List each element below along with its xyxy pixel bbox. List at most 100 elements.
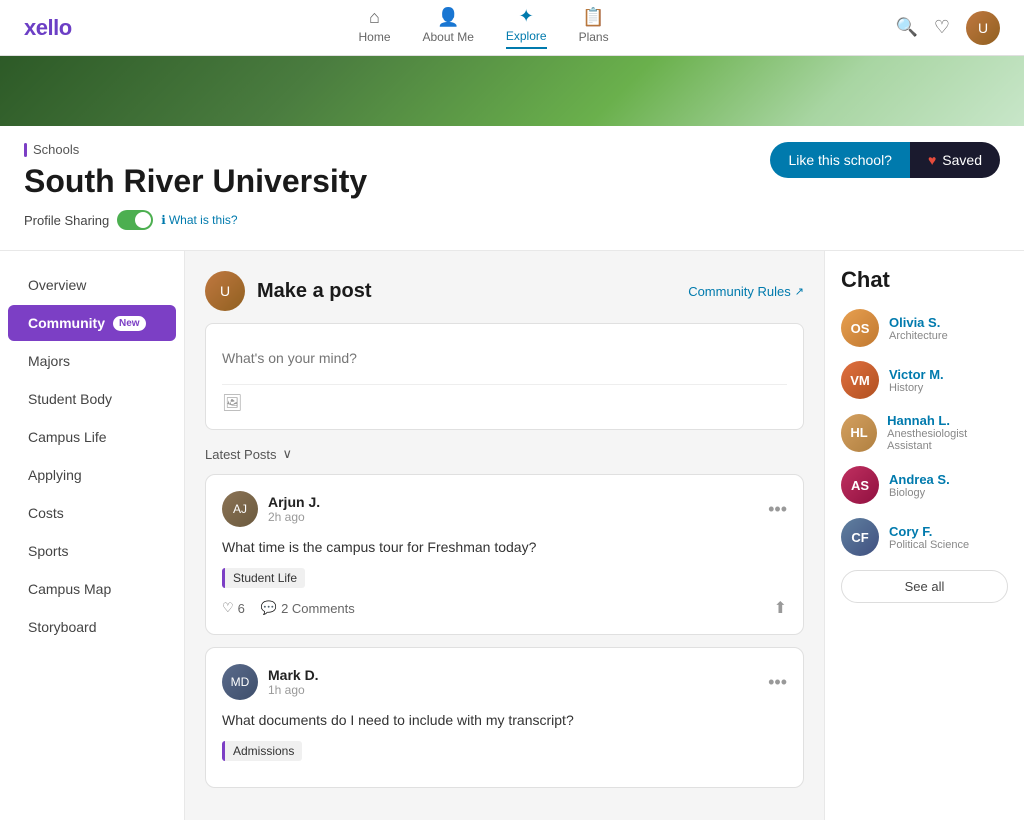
profile-sharing-toggle[interactable] [117, 210, 153, 230]
cory-field: Political Science [889, 539, 969, 551]
andrea-name: Andrea S. [889, 472, 950, 487]
post-1-tag[interactable]: Student Life [222, 568, 305, 588]
profile-sharing-row: Profile Sharing ℹ What is this? [24, 210, 367, 230]
see-all-chat-button[interactable]: See all [841, 570, 1008, 603]
community-new-badge: New [113, 316, 146, 331]
chat-user-andrea[interactable]: AS Andrea S. Biology [841, 466, 1008, 504]
post-2-user-name: Mark D. [268, 667, 319, 683]
sidebar-item-student-body[interactable]: Student Body [8, 381, 176, 417]
nav-links: ⌂ Home 👤 About Me ✦ Explore 📋 Plans [358, 6, 608, 49]
post-1-like[interactable]: ♡ 6 [222, 600, 245, 616]
sidebar-storyboard-label: Storyboard [28, 619, 96, 635]
post-2-user: MD Mark D. 1h ago [222, 664, 319, 700]
andrea-info: Andrea S. Biology [889, 472, 950, 499]
sidebar-item-sports[interactable]: Sports [8, 533, 176, 569]
nav-about-me-label: About Me [423, 30, 474, 44]
community-rules-link[interactable]: Community Rules ↗ [688, 284, 804, 299]
post-1-comments[interactable]: 💬 2 Comments [261, 600, 355, 616]
favorites-icon[interactable]: ♡ [934, 17, 950, 38]
chat-user-victor[interactable]: VM Victor M. History [841, 361, 1008, 399]
school-title: South River University [24, 163, 367, 200]
main-layout: Overview Community New Majors Student Bo… [0, 251, 1024, 820]
sidebar-item-costs[interactable]: Costs [8, 495, 176, 531]
sidebar: Overview Community New Majors Student Bo… [0, 251, 185, 820]
chevron-down-icon: ∨ [283, 446, 293, 462]
post-header-left: U Make a post [205, 271, 371, 311]
mark-avatar: MD [222, 664, 258, 700]
chat-user-cory[interactable]: CF Cory F. Political Science [841, 518, 1008, 556]
sidebar-item-community[interactable]: Community New [8, 305, 176, 341]
search-icon[interactable]: 🔍 [895, 17, 917, 38]
community-content: U Make a post Community Rules ↗ 🖼 Latest… [185, 251, 824, 820]
nav-right: 🔍 ♡ U [895, 11, 1000, 45]
post-2-tag[interactable]: Admissions [222, 741, 302, 761]
saved-label: ♥ Saved [910, 142, 1000, 178]
sidebar-item-applying[interactable]: Applying [8, 457, 176, 493]
sidebar-applying-label: Applying [28, 467, 82, 483]
cory-info: Cory F. Political Science [889, 524, 969, 551]
sidebar-costs-label: Costs [28, 505, 64, 521]
hannah-field: Anesthesiologist Assistant [887, 428, 1008, 452]
victor-field: History [889, 382, 944, 394]
sidebar-item-storyboard[interactable]: Storyboard [8, 609, 176, 645]
post-1-user: AJ Arjun J. 2h ago [222, 491, 320, 527]
latest-posts-label: Latest Posts [205, 447, 277, 462]
top-navigation: xello ⌂ Home 👤 About Me ✦ Explore 📋 Plan… [0, 0, 1024, 56]
sidebar-campus-life-label: Campus Life [28, 429, 107, 445]
olivia-field: Architecture [889, 330, 948, 342]
andrea-avatar: AS [841, 466, 879, 504]
breadcrumb-bar [24, 143, 27, 157]
user-avatar[interactable]: U [966, 11, 1000, 45]
victor-info: Victor M. History [889, 367, 944, 394]
post-1-more-button[interactable]: ••• [768, 499, 787, 520]
post-1-header: AJ Arjun J. 2h ago ••• [222, 491, 787, 527]
sidebar-item-overview[interactable]: Overview [8, 267, 176, 303]
arjun-avatar: AJ [222, 491, 258, 527]
post-1-comments-count: 2 Comments [281, 601, 355, 616]
post-card-1: AJ Arjun J. 2h ago ••• What time is the … [205, 474, 804, 635]
post-2-time: 1h ago [268, 683, 319, 697]
external-link-icon: ↗ [795, 285, 804, 298]
app-logo[interactable]: xello [24, 15, 72, 41]
sidebar-item-majors[interactable]: Majors [8, 343, 176, 379]
nav-plans[interactable]: 📋 Plans [579, 7, 609, 48]
nav-explore-label: Explore [506, 29, 547, 43]
sidebar-item-campus-map[interactable]: Campus Map [8, 571, 176, 607]
latest-posts-filter[interactable]: Latest Posts ∨ [205, 446, 804, 462]
compose-input[interactable] [222, 340, 787, 376]
hero-banner [0, 56, 1024, 126]
nav-plans-label: Plans [579, 30, 609, 44]
post-1-user-info: Arjun J. 2h ago [268, 494, 320, 524]
explore-icon: ✦ [519, 6, 534, 27]
victor-avatar: VM [841, 361, 879, 399]
sidebar-item-campus-life[interactable]: Campus Life [8, 419, 176, 455]
what-is-this-link[interactable]: ℹ What is this? [161, 213, 237, 227]
olivia-info: Olivia S. Architecture [889, 315, 948, 342]
olivia-name: Olivia S. [889, 315, 948, 330]
chat-user-hannah[interactable]: HL Hannah L. Anesthesiologist Assistant [841, 413, 1008, 452]
person-icon: 👤 [437, 7, 459, 28]
breadcrumb: Schools [24, 142, 367, 157]
olivia-avatar: OS [841, 309, 879, 347]
chat-user-olivia[interactable]: OS Olivia S. Architecture [841, 309, 1008, 347]
share-icon: ⬆ [774, 600, 787, 617]
nav-home[interactable]: ⌂ Home [358, 7, 390, 48]
like-icon: ♡ [222, 600, 234, 616]
post-1-time: 2h ago [268, 510, 320, 524]
post-1-actions: ♡ 6 💬 2 Comments ⬆ [222, 598, 787, 618]
post-1-text: What time is the campus tour for Freshma… [222, 537, 787, 558]
sidebar-sports-label: Sports [28, 543, 68, 559]
hannah-info: Hannah L. Anesthesiologist Assistant [887, 413, 1008, 452]
nav-about-me[interactable]: 👤 About Me [423, 7, 474, 48]
home-icon: ⌂ [369, 7, 380, 28]
saved-button[interactable]: Like this school? ♥ Saved [770, 142, 1000, 178]
nav-explore[interactable]: ✦ Explore [506, 6, 547, 49]
school-header: Schools South River University Profile S… [0, 126, 1024, 251]
post-2-more-button[interactable]: ••• [768, 672, 787, 693]
cory-name: Cory F. [889, 524, 969, 539]
post-section-header: U Make a post Community Rules ↗ [205, 271, 804, 311]
post-1-user-name: Arjun J. [268, 494, 320, 510]
make-post-title: Make a post [257, 280, 371, 303]
post-1-share[interactable]: ⬆ [774, 598, 787, 618]
add-image-button[interactable]: 🖼 [222, 393, 242, 413]
